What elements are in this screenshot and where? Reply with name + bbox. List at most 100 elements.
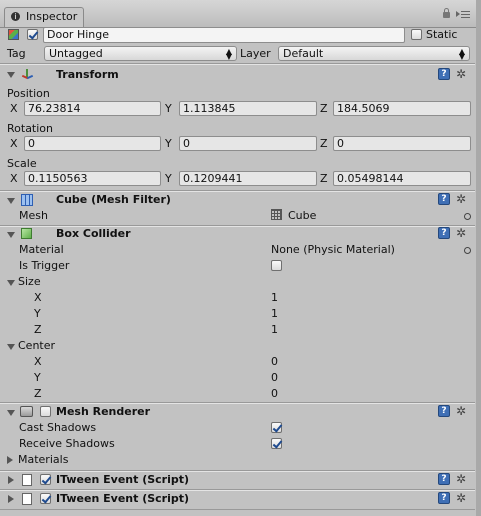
- script-title: ITween Event (Script): [56, 492, 190, 505]
- mesh-filter-title: Cube (Mesh Filter): [56, 193, 171, 206]
- mesh-label: Mesh: [19, 209, 48, 222]
- box-collider-icon: [21, 228, 32, 239]
- receive-shadows-label: Receive Shadows: [19, 437, 115, 450]
- object-picker-icon[interactable]: [464, 213, 471, 220]
- static-checkbox[interactable]: [411, 29, 422, 40]
- position-z-field[interactable]: 184.5069: [333, 101, 471, 116]
- panel-edge: [476, 0, 481, 516]
- mesh-renderer-icon: [20, 406, 33, 417]
- help-icon[interactable]: ?: [438, 405, 450, 417]
- script-foldout[interactable]: [8, 495, 14, 503]
- center-x-label: X: [34, 355, 42, 368]
- mesh-renderer-enabled-checkbox[interactable]: [40, 406, 51, 417]
- rotation-z-field[interactable]: 0: [333, 136, 471, 151]
- axis-z-label: Z: [320, 102, 328, 115]
- script-enabled-checkbox[interactable]: [40, 474, 51, 485]
- axis-x-label: X: [10, 172, 18, 185]
- gear-icon[interactable]: ✲: [456, 473, 466, 485]
- help-icon[interactable]: ?: [438, 227, 450, 239]
- gear-icon[interactable]: ✲: [456, 492, 466, 504]
- size-x-value[interactable]: 1: [271, 291, 278, 305]
- center-y-label: Y: [34, 371, 41, 384]
- is-trigger-checkbox[interactable]: [271, 260, 282, 271]
- axis-y-label: Y: [165, 102, 172, 115]
- center-label: Center: [18, 339, 56, 352]
- axis-y-label: Y: [165, 172, 172, 185]
- transform-title: Transform: [56, 68, 119, 81]
- mesh-filter-foldout[interactable]: [7, 198, 15, 204]
- help-icon[interactable]: ?: [438, 473, 450, 485]
- tag-label: Tag: [7, 47, 26, 60]
- dropdown-arrow-icon: ▲ ▼: [225, 47, 232, 61]
- layer-value: Default: [283, 47, 324, 60]
- tab-title: Inspector: [26, 10, 78, 23]
- receive-shadows-checkbox[interactable]: [271, 438, 282, 449]
- script-file-icon: [22, 493, 32, 505]
- center-y-value[interactable]: 0: [271, 371, 278, 385]
- layer-label: Layer: [240, 47, 271, 60]
- scale-label: Scale: [7, 157, 37, 170]
- position-label: Position: [7, 87, 50, 100]
- size-z-label: Z: [34, 323, 42, 336]
- help-icon[interactable]: ?: [438, 68, 450, 80]
- transform-icon: [20, 68, 34, 82]
- object-name-field[interactable]: Door Hinge: [43, 27, 405, 43]
- gear-icon[interactable]: ✲: [456, 405, 466, 417]
- cast-shadows-label: Cast Shadows: [19, 421, 97, 434]
- script-title: ITween Event (Script): [56, 473, 190, 486]
- scale-x-field[interactable]: 0.1150563: [24, 171, 161, 186]
- dropdown-arrow-icon: ▲ ▼: [458, 47, 465, 61]
- size-label: Size: [18, 275, 41, 288]
- rotation-x-field[interactable]: 0: [24, 136, 161, 151]
- box-collider-title: Box Collider: [56, 227, 131, 240]
- center-x-value[interactable]: 0: [271, 355, 278, 369]
- position-y-field[interactable]: 1.113845: [179, 101, 317, 116]
- object-picker-icon[interactable]: [464, 247, 471, 254]
- help-icon[interactable]: ?: [438, 492, 450, 504]
- mesh-renderer-title: Mesh Renderer: [56, 405, 151, 418]
- script-enabled-checkbox[interactable]: [40, 493, 51, 504]
- static-label: Static: [426, 28, 458, 41]
- scale-z-field[interactable]: 0.05498144: [333, 171, 471, 186]
- size-foldout[interactable]: [7, 280, 15, 286]
- axis-z-label: Z: [320, 172, 328, 185]
- center-foldout[interactable]: [7, 344, 15, 350]
- mesh-filter-icon: [21, 194, 33, 206]
- scale-y-field[interactable]: 0.1209441: [179, 171, 317, 186]
- help-icon[interactable]: ?: [438, 193, 450, 205]
- center-z-value[interactable]: 0: [271, 387, 278, 401]
- lock-shackle: [444, 8, 449, 13]
- menu-icon[interactable]: [456, 11, 470, 20]
- axis-x-label: X: [10, 102, 18, 115]
- tag-value: Untagged: [49, 47, 103, 60]
- mesh-value[interactable]: Cube: [288, 209, 316, 223]
- axis-x-label: X: [10, 137, 18, 150]
- transform-foldout[interactable]: [7, 72, 15, 78]
- gear-icon[interactable]: ✲: [456, 227, 466, 239]
- gear-icon[interactable]: ✲: [456, 193, 466, 205]
- size-z-value[interactable]: 1: [271, 323, 278, 337]
- inspector-tab[interactable]: i Inspector: [4, 7, 84, 27]
- axis-z-label: Z: [320, 137, 328, 150]
- cast-shadows-checkbox[interactable]: [271, 422, 282, 433]
- material-label: Material: [19, 243, 64, 256]
- script-foldout[interactable]: [8, 476, 14, 484]
- materials-label: Materials: [18, 453, 69, 466]
- is-trigger-label: Is Trigger: [19, 259, 70, 272]
- center-z-label: Z: [34, 387, 42, 400]
- rotation-y-field[interactable]: 0: [179, 136, 317, 151]
- info-icon: i: [11, 12, 20, 21]
- layer-dropdown[interactable]: Default ▲ ▼: [278, 46, 470, 61]
- size-y-value[interactable]: 1: [271, 307, 278, 321]
- size-x-label: X: [34, 291, 42, 304]
- position-x-field[interactable]: 76.23814: [24, 101, 161, 116]
- tag-dropdown[interactable]: Untagged ▲ ▼: [44, 46, 237, 61]
- mesh-renderer-foldout[interactable]: [7, 410, 15, 416]
- rotation-label: Rotation: [7, 122, 54, 135]
- materials-foldout[interactable]: [7, 456, 13, 464]
- material-value[interactable]: None (Physic Material): [271, 243, 395, 257]
- axis-y-label: Y: [165, 137, 172, 150]
- box-collider-foldout[interactable]: [7, 232, 15, 238]
- gear-icon[interactable]: ✲: [456, 68, 466, 80]
- active-checkbox[interactable]: [27, 29, 38, 40]
